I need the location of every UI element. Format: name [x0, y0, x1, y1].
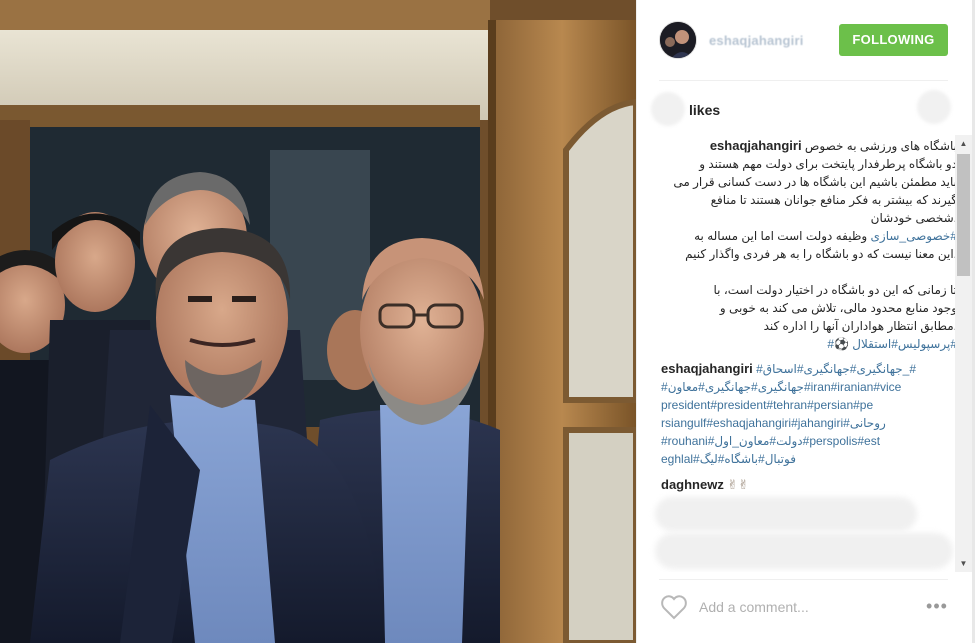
- blurred-likes-avatar: [651, 92, 685, 126]
- blurred-comment: [655, 533, 953, 569]
- instagram-post-modal: eshaqjahangiri FOLLOWING likes باشگاه ها…: [0, 0, 975, 643]
- hashtag-links[interactable]: eghlal#فوتبال#باشگاه#لیگ: [661, 450, 957, 468]
- hashtag-links[interactable]: rsiangulf#eshaqjahangiri#jahangiri#روحان…: [661, 414, 957, 432]
- caption-line: .این معنا نیست که دو باشگاه را به هر فرد…: [685, 247, 957, 261]
- caption-line: .مطابق انتظار هواداران آنها را اداره کند: [763, 319, 957, 333]
- caption-line: باشگاه های ورزشی به خصوص: [804, 139, 957, 153]
- caption-line: دو باشگاه پرطرفدار پایتخت برای دولت مهم …: [699, 157, 957, 171]
- post-header: eshaqjahangiri FOLLOWING: [637, 0, 975, 80]
- caption-line: گیرند که بیشتر به فکر منافع جوانان هستند…: [710, 193, 957, 207]
- header-username[interactable]: eshaqjahangiri: [709, 33, 804, 48]
- caption-line: تا زمانی که این دو باشگاه در اختیار دولت…: [713, 283, 957, 297]
- post-details-panel: eshaqjahangiri FOLLOWING likes باشگاه ها…: [636, 0, 975, 643]
- blurred-likes-avatar: [917, 90, 951, 124]
- hashtag-links[interactable]: #جهانگیری#جهانگیری#معاون#iran#iranian#vi…: [661, 378, 957, 396]
- hashtag-links[interactable]: president#president#tehran#persian#pe: [661, 396, 957, 414]
- likes-count-label[interactable]: likes: [689, 102, 720, 118]
- comment-bar: •••: [637, 580, 975, 643]
- comments-list[interactable]: باشگاه های ورزشی به خصوص eshaqjahangiri …: [637, 135, 969, 572]
- hashtag-links[interactable]: #جهانگیری#جهانگیری#اسحاق_#: [756, 362, 916, 376]
- blurred-comment: [655, 497, 917, 531]
- comment-text: ✌✌: [727, 477, 749, 492]
- caption-line: .شخصی خودشان: [870, 211, 957, 225]
- hashtag-links[interactable]: #rouhani#دولت#معاون_اول#perspolis#est: [661, 432, 957, 450]
- following-button[interactable]: FOLLOWING: [839, 24, 948, 56]
- scroll-up-icon[interactable]: ▲: [955, 135, 972, 152]
- caption-comment: باشگاه های ورزشی به خصوص eshaqjahangiri …: [661, 137, 957, 353]
- user-comment: daghnewz ✌✌: [661, 476, 957, 494]
- post-photo[interactable]: [0, 0, 636, 643]
- heart-icon[interactable]: [660, 594, 688, 620]
- comments-scrollbar[interactable]: ▲ ▼: [955, 135, 972, 572]
- hashtag-comment: eshaqjahangiri #جهانگیری#جهانگیری#اسحاق_…: [661, 360, 957, 468]
- likes-row: likes: [637, 84, 975, 134]
- add-comment-input[interactable]: [699, 596, 899, 618]
- hashtag-links[interactable]: #پرسپولیس#استقلال ⚽️#: [661, 335, 957, 353]
- scrollbar-thumb[interactable]: [957, 154, 970, 276]
- comment-username[interactable]: daghnewz: [661, 477, 724, 492]
- caption-line: باید مطمئن باشیم این باشگاه ها در دست کس…: [673, 175, 957, 189]
- caption-username[interactable]: eshaqjahangiri: [710, 138, 802, 153]
- comment-username[interactable]: eshaqjahangiri: [661, 361, 753, 376]
- avatar[interactable]: [659, 21, 697, 59]
- divider: [659, 80, 948, 81]
- scroll-down-icon[interactable]: ▼: [955, 555, 972, 572]
- hashtag-link[interactable]: #خصوصی_سازی: [871, 229, 957, 243]
- caption-line: وجود منابع محدود مالی، تلاش می کند به خو…: [719, 301, 957, 315]
- caption-line: وظیفه دولت است اما این مساله به: [694, 229, 871, 243]
- more-options-icon[interactable]: •••: [923, 596, 951, 616]
